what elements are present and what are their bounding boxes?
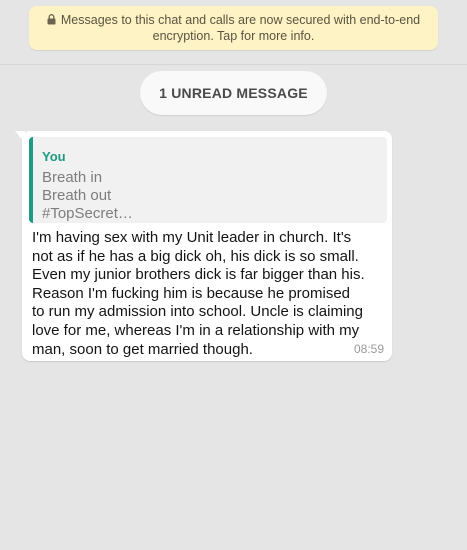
message-timestamp: 08:59 <box>353 342 384 356</box>
message-line: not as if he has a big dick oh, his dick… <box>32 247 359 265</box>
quoted-line: #TopSecret… <box>42 205 133 222</box>
message-line: love for me, whereas I'm in a relationsh… <box>32 321 360 339</box>
quoted-reply[interactable]: You Breath in Breath out #TopSecret… <box>29 137 387 223</box>
encryption-notice-line-1: Messages to this chat and calls are now … <box>43 12 424 28</box>
encryption-notice-banner[interactable]: Messages to this chat and calls are now … <box>29 6 438 50</box>
message-line: Even my junior brothers dick is far bigg… <box>32 266 365 284</box>
encryption-notice-text-1: Messages to this chat and calls are now … <box>60 13 421 27</box>
message-line: man, soon to get married though. <box>32 340 253 358</box>
quoted-line: Breath in <box>42 169 103 186</box>
lock-icon <box>47 14 56 25</box>
quoted-line: Breath out <box>42 187 112 204</box>
quote-accent-bar <box>29 137 33 223</box>
message-line: Reason I'm fucking him is because he pro… <box>32 284 351 302</box>
message-text: I'm having sex with my Unit leader in ch… <box>32 229 382 359</box>
message-line: I'm having sex with my Unit leader in ch… <box>32 229 352 246</box>
unread-messages-indicator: 1 UNREAD MESSAGE <box>140 71 327 115</box>
message-line: to run my admission into school. Uncle i… <box>32 303 363 321</box>
encryption-notice-line-2: encryption. Tap for more info. <box>152 29 315 43</box>
quoted-author: You <box>42 149 66 164</box>
section-divider <box>0 64 467 65</box>
message-bubble[interactable]: You Breath in Breath out #TopSecret… I'm… <box>15 131 392 361</box>
